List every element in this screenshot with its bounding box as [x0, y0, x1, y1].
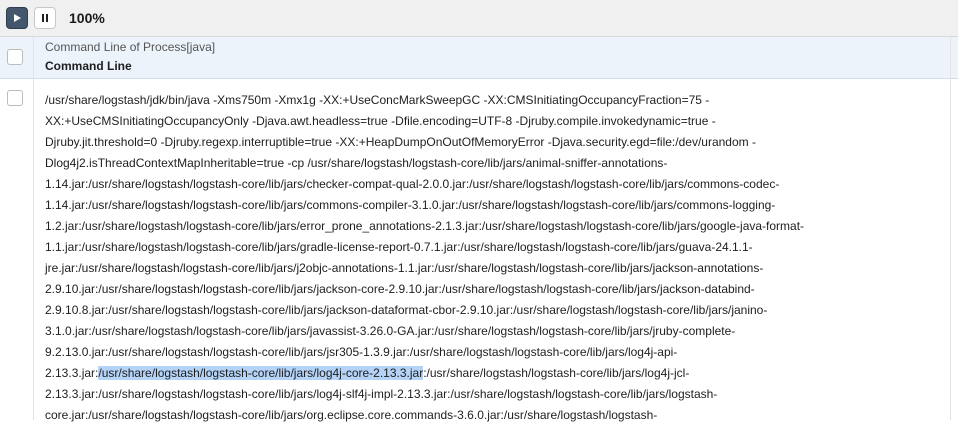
table-row[interactable]: /usr/share/logstash/jdk/bin/java -Xms750…: [0, 79, 958, 422]
command-line-segment: 2.9.10.jar:/usr/share/logstash/logstash-…: [45, 282, 755, 296]
column-title[interactable]: Command Line: [45, 59, 132, 73]
pause-icon: [42, 14, 48, 22]
row-checkbox[interactable]: [7, 90, 23, 106]
command-line-segment: jre.jar:/usr/share/logstash/logstash-cor…: [45, 261, 764, 275]
highlight-prefix: 2.13.3.jar:: [45, 366, 99, 380]
column-divider: [33, 79, 34, 420]
command-line-segment: XX:+UseCMSInitiatingOccupancyOnly -Djava…: [45, 114, 716, 128]
command-line-segment: 1.1.jar:/usr/share/logstash/logstash-cor…: [45, 240, 753, 254]
highlight-suffix: :/usr/share/logstash/logstash-core/lib/j…: [423, 366, 690, 380]
command-line-segment: 1.2.jar:/usr/share/logstash/logstash-cor…: [45, 219, 805, 233]
command-line-segment: 3.1.0.jar:/usr/share/logstash/logstash-c…: [45, 324, 736, 338]
command-line-segment: Djruby.jit.threshold=0 -Djruby.regexp.in…: [45, 135, 756, 149]
text-selection: /usr/share/logstash/logstash-core/lib/ja…: [98, 366, 424, 380]
command-line-segment: 9.2.13.0.jar:/usr/share/logstash/logstas…: [45, 345, 678, 359]
command-line-segment: Dlog4j2.isThreadContextMapInheritable=tr…: [45, 156, 668, 170]
command-line-segment: /usr/share/logstash/jdk/bin/java -Xms750…: [45, 93, 710, 107]
command-line-segment: 2.13.3.jar:/usr/share/logstash/logstash-…: [45, 387, 718, 401]
pause-button[interactable]: [34, 7, 56, 29]
command-line-segment: 1.14.jar:/usr/share/logstash/logstash-co…: [45, 177, 780, 191]
table-header: Command Line of Process[java] Command Li…: [0, 37, 958, 79]
column-subtitle: Command Line of Process[java]: [45, 40, 216, 54]
command-line-segment: 1.14.jar:/usr/share/logstash/logstash-co…: [45, 198, 776, 212]
select-all-checkbox[interactable]: [7, 49, 23, 65]
column-divider: [33, 37, 34, 79]
play-button[interactable]: [6, 7, 28, 29]
column-divider-right: [950, 37, 951, 79]
command-line-segment-highlighted: 2.13.3.jar:/usr/share/logstash/logstash-…: [45, 363, 945, 384]
play-icon: [14, 14, 21, 22]
zoom-level: 100%: [69, 10, 105, 26]
column-divider-right: [950, 79, 951, 420]
command-line-segment: 2.9.10.8.jar:/usr/share/logstash/logstas…: [45, 303, 768, 317]
toolbar: 100%: [0, 0, 958, 37]
command-line-text[interactable]: /usr/share/logstash/jdk/bin/java -Xms750…: [45, 90, 945, 426]
command-line-segment: core.jar:/usr/share/logstash/logstash-co…: [45, 408, 658, 422]
